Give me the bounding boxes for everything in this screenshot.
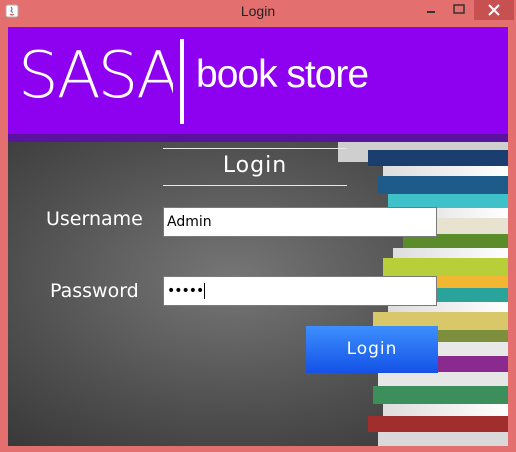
password-label: Password [50, 280, 139, 302]
brand-text: SASA [18, 39, 173, 109]
store-subtitle: book store [196, 53, 369, 96]
login-heading: Login [163, 148, 347, 186]
username-field[interactable]: Admin [163, 207, 437, 237]
login-button[interactable]: Login [306, 326, 438, 373]
close-icon[interactable] [474, 0, 514, 20]
logo-divider [180, 39, 184, 124]
password-mask: ••••• [167, 283, 204, 299]
brand-banner: SASA book store [8, 27, 508, 142]
minimize-icon[interactable] [418, 0, 444, 20]
maximize-icon[interactable] [446, 0, 472, 20]
sasa-logo: SASA [18, 39, 173, 109]
text-caret [204, 283, 206, 299]
username-label: Username [46, 208, 143, 230]
window-content: SASA book store Login Username Admin Pas… [8, 27, 508, 446]
title-bar: Login [0, 0, 516, 23]
login-panel: Login Username Admin Password ••••• Logi… [8, 142, 508, 446]
password-field[interactable]: ••••• [163, 276, 437, 306]
